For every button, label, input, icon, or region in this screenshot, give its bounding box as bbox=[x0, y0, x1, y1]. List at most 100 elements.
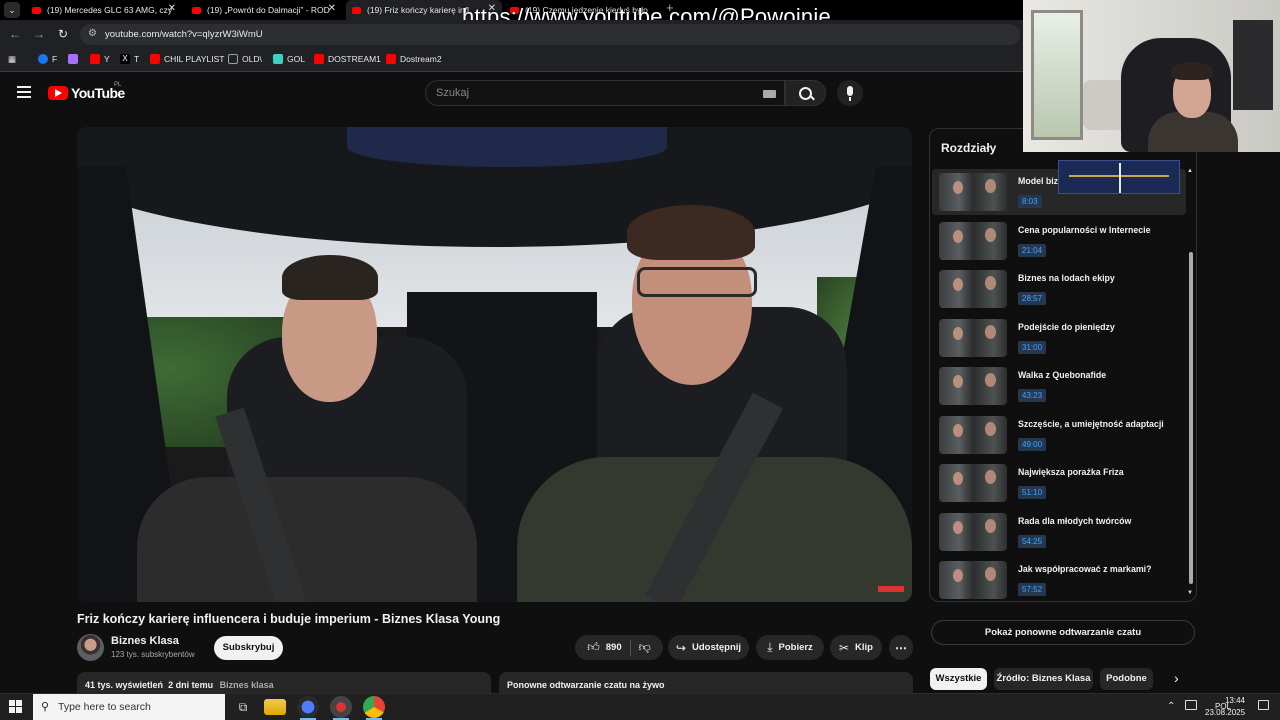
webcam-person-body bbox=[1148, 112, 1238, 152]
more-actions-icon[interactable]: ⋯ bbox=[889, 635, 913, 660]
chip-source-channel[interactable]: Źródło: Biznes Klasa bbox=[994, 668, 1093, 690]
chapter-item[interactable]: Walka z Quebonafide 43:23 bbox=[932, 363, 1186, 409]
address-bar[interactable]: ⚙ youtube.com/watch?v=qlyzrW3iWmU bbox=[80, 24, 1020, 45]
chapter-title: Model biz bbox=[1018, 176, 1059, 186]
clock-date[interactable]: 23.08.2025 bbox=[1205, 708, 1245, 717]
bookmark-item[interactable]: CHIL PLAYLIST bbox=[150, 54, 224, 64]
bookmark-item[interactable] bbox=[68, 54, 82, 64]
chapter-thumbnail bbox=[939, 513, 1007, 551]
like-divider bbox=[629, 639, 631, 656]
chrome-app-icon[interactable] bbox=[363, 696, 385, 720]
download-button[interactable]: ⤓ Pobierz bbox=[756, 635, 824, 660]
file-explorer-icon[interactable] bbox=[264, 699, 286, 715]
show-chat-replay-button[interactable]: Pokaż ponowne odtwarzanie czatu bbox=[931, 620, 1195, 645]
chapter-item[interactable]: Szczęście, a umiejętność adaptacji 49:00 bbox=[932, 412, 1186, 458]
site-info-icon[interactable]: ⚙ bbox=[88, 28, 97, 39]
chevron-right-icon[interactable]: › bbox=[1174, 670, 1179, 686]
chip-all[interactable]: Wszystkie bbox=[930, 668, 987, 690]
bookmark-label: OLD\ bbox=[242, 54, 262, 64]
gol-icon bbox=[273, 54, 283, 64]
tray-overflow-chevron-icon[interactable]: ⌃ bbox=[1167, 701, 1175, 712]
bookmark-item[interactable]: Y bbox=[90, 54, 110, 64]
forward-arrow-icon[interactable]: → bbox=[30, 25, 48, 43]
channel-avatar[interactable] bbox=[77, 634, 104, 661]
chapter-item[interactable]: Biznes na lodach ekipy 28:57 bbox=[932, 266, 1186, 312]
bookmark-item[interactable]: XT bbox=[120, 54, 139, 64]
taskbar-search-input[interactable] bbox=[58, 700, 218, 714]
browser-tab[interactable]: (19) Mercedes GLC 63 AMG, czy ✕ bbox=[26, 0, 182, 20]
share-arrow-icon: ↪ bbox=[675, 640, 686, 655]
chapter-timestamp: 49:00 bbox=[1018, 438, 1047, 451]
notification-center-icon[interactable] bbox=[1258, 700, 1269, 710]
share-button[interactable]: ↪ Udostępnij bbox=[668, 635, 749, 660]
youtube-favicon-icon bbox=[352, 6, 361, 14]
bookmark-label: F bbox=[52, 54, 58, 64]
bookmark-folder[interactable]: OLD\ bbox=[228, 54, 262, 64]
chapter-item[interactable]: Podejście do pieniędzy 31:00 bbox=[932, 315, 1186, 361]
apps-grid-icon[interactable]: ▦ bbox=[8, 54, 16, 65]
folder-icon bbox=[228, 54, 238, 64]
chapters-title: Rozdziały bbox=[941, 141, 997, 155]
windows-start-icon[interactable] bbox=[9, 700, 22, 713]
reload-icon[interactable]: ↻ bbox=[54, 25, 72, 43]
youtube-logo[interactable]: YouTube PL bbox=[48, 82, 125, 101]
back-arrow-icon[interactable]: ← bbox=[6, 25, 24, 43]
subscribe-button[interactable]: Subskrybuj bbox=[214, 636, 283, 660]
chapter-item[interactable]: Jak współpracować z markami? 57:52 bbox=[932, 557, 1186, 603]
scroll-down-arrow-icon[interactable]: ▼ bbox=[1187, 590, 1193, 596]
voice-search-mic-icon[interactable] bbox=[837, 80, 863, 106]
bookmark-item[interactable]: F bbox=[38, 54, 57, 64]
video-tag[interactable]: Biznes klasa bbox=[220, 680, 274, 690]
task-view-icon[interactable]: ⧉ bbox=[232, 696, 254, 718]
thumbs-down-icon[interactable]: 👎︎ bbox=[639, 640, 651, 655]
chapter-title: Jak współpracować z markami? bbox=[1018, 564, 1152, 574]
video-player[interactable] bbox=[77, 127, 912, 602]
search-input[interactable] bbox=[436, 85, 756, 101]
keyboard-icon[interactable] bbox=[763, 90, 776, 98]
network-icon[interactable] bbox=[1185, 700, 1197, 710]
upload-age: 2 dni temu bbox=[168, 680, 214, 690]
chapter-item[interactable]: Cena popularności w Internecie 21:04 bbox=[932, 218, 1186, 264]
chapter-title: Największa porażka Friza bbox=[1018, 467, 1124, 477]
clock-time[interactable]: 13:44 bbox=[1218, 696, 1245, 705]
thumbs-up-icon[interactable]: 👍︎ bbox=[587, 640, 600, 655]
chapters-scrollbar[interactable] bbox=[1189, 252, 1193, 584]
discord-app-icon[interactable] bbox=[297, 696, 319, 720]
channel-name[interactable]: Biznes Klasa bbox=[111, 635, 179, 647]
view-info: 41 tys. wyświetleń 2 dni temu Biznes kla… bbox=[85, 680, 274, 690]
webcam-person-hair bbox=[1171, 62, 1213, 80]
bookmark-item[interactable]: DOSTREAM1 bbox=[314, 54, 381, 64]
chapter-item[interactable]: Największa porażka Friza 51:10 bbox=[932, 460, 1186, 506]
subscriber-count: 123 tys. subskrybentów bbox=[111, 650, 195, 659]
close-tab-icon[interactable]: ✕ bbox=[168, 3, 176, 14]
close-tab-icon[interactable]: ✕ bbox=[328, 3, 336, 14]
channel-watermark-icon[interactable] bbox=[878, 586, 904, 592]
bookmark-label: CHIL PLAYLIST bbox=[164, 54, 225, 64]
menu-icon[interactable] bbox=[17, 86, 31, 98]
scissors-icon: ✂ bbox=[838, 640, 850, 655]
scroll-up-arrow-icon[interactable]: ▲ bbox=[1187, 168, 1193, 174]
chip-related[interactable]: Podobne bbox=[1100, 668, 1153, 690]
bookmark-item[interactable]: GOL bbox=[273, 54, 305, 64]
like-count[interactable]: 890 bbox=[606, 642, 622, 653]
chapter-item[interactable]: Rada dla młodych twórców 54:25 bbox=[932, 509, 1186, 555]
chapter-timestamp: 43:23 bbox=[1018, 389, 1047, 402]
chapter-title: Podejście do pieniędzy bbox=[1018, 322, 1115, 332]
search-box bbox=[425, 80, 785, 106]
bookmark-item[interactable]: Dostream2 bbox=[386, 54, 442, 64]
bookmark-label: GOL bbox=[287, 54, 305, 64]
chapter-thumbnail bbox=[939, 222, 1007, 260]
tab-search-chevron-icon[interactable]: ⌄ bbox=[4, 2, 20, 18]
obs-app-icon[interactable] bbox=[330, 696, 352, 720]
bookmark-label: T bbox=[134, 54, 140, 64]
browser-tab[interactable]: (19) „Powrót do Dalmacji” - ROD ✕ bbox=[186, 0, 342, 20]
video-frame-glasses bbox=[637, 267, 757, 297]
search-button[interactable] bbox=[785, 80, 826, 106]
clip-button[interactable]: ✂ Klip bbox=[830, 635, 882, 660]
address-url[interactable]: youtube.com/watch?v=qlyzrW3iWmU bbox=[105, 29, 263, 40]
download-label: Pobierz bbox=[778, 642, 813, 653]
chapter-thumbnail bbox=[939, 270, 1007, 308]
youtube-favicon-icon bbox=[32, 6, 41, 14]
chapter-title: Biznes na lodach ekipy bbox=[1018, 273, 1115, 283]
chapter-thumbnail bbox=[939, 416, 1007, 454]
